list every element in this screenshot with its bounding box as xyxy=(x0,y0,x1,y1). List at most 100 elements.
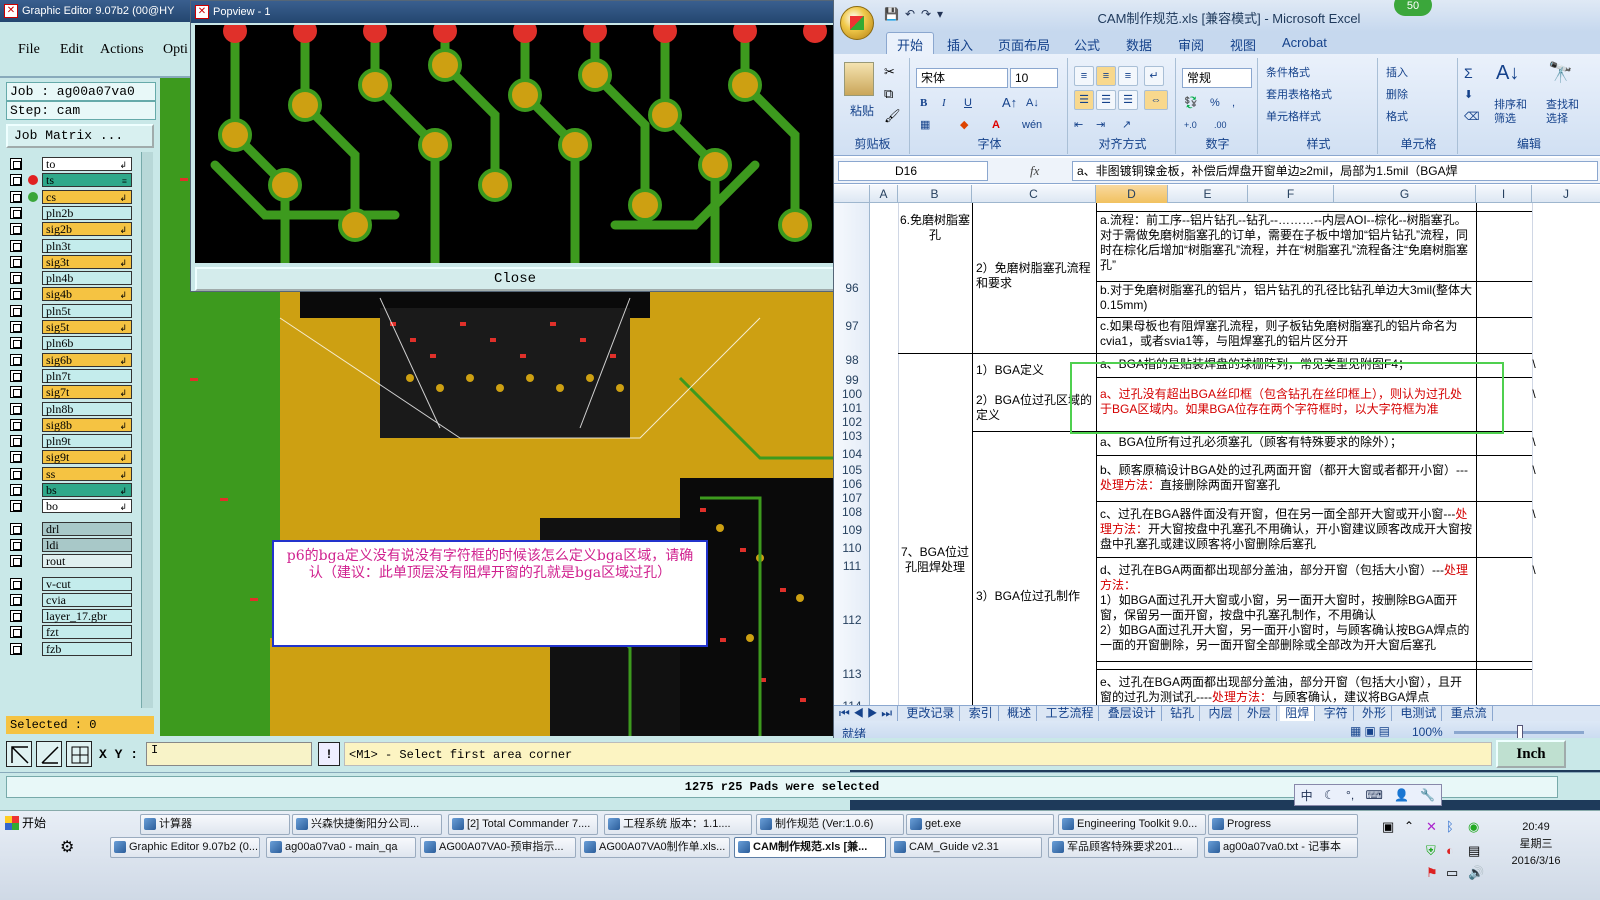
layer-name[interactable]: cs ↲ xyxy=(42,189,132,204)
menu-options[interactable]: Opti xyxy=(163,42,188,58)
column-header-f[interactable]: F xyxy=(1248,185,1334,203)
cell-d-row-96[interactable]: a.流程：前工序--铝片钻孔--钻孔--………--内层AOI--棕化--树脂塞孔… xyxy=(1100,213,1474,283)
column-header-g[interactable]: G xyxy=(1334,185,1476,203)
taskbar-button[interactable]: CAM_Guide v2.31 xyxy=(890,837,1042,858)
layer-checkbox[interactable] xyxy=(10,435,22,448)
increase-indent-icon[interactable]: ⇥ xyxy=(1096,116,1116,136)
row-header[interactable]: 107 xyxy=(834,491,870,505)
format-painter-icon[interactable]: 🖌 xyxy=(884,108,901,124)
row-header[interactable]: 104 xyxy=(834,447,870,461)
punctuation-icon[interactable]: °, xyxy=(1346,788,1354,802)
align-left-icon[interactable]: ☰ xyxy=(1074,90,1094,110)
sheet-tab[interactable]: 字符 xyxy=(1319,706,1354,721)
menu-edit[interactable]: Edit xyxy=(60,42,83,58)
layer-row-ldi[interactable]: ldi xyxy=(8,537,134,552)
percent-icon[interactable]: % xyxy=(1210,94,1226,114)
sheet-tab-active[interactable]: 阻焊 xyxy=(1280,706,1316,721)
layer-checkbox[interactable] xyxy=(10,418,22,431)
number-format-combo[interactable]: 常规 xyxy=(1182,68,1252,88)
layer-checkbox[interactable] xyxy=(10,304,22,317)
table-format-button[interactable]: 套用表格格式 xyxy=(1266,86,1376,106)
tab-page-layout[interactable]: 页面布局 xyxy=(998,35,1050,54)
layer-row-to[interactable]: to ↲ xyxy=(8,157,134,171)
tab-data[interactable]: 数据 xyxy=(1126,35,1152,54)
column-header-i[interactable]: I xyxy=(1476,185,1532,203)
paste-button[interactable]: 粘贴 xyxy=(850,102,874,119)
taskbar-button[interactable]: Engineering Toolkit 9.0... xyxy=(1058,814,1206,835)
ime-mode[interactable]: 中 xyxy=(1301,787,1313,804)
layer-row-sig5t[interactable]: sig5t ↲ xyxy=(8,320,134,334)
column-header-a[interactable]: A xyxy=(870,185,898,203)
layer-row-fzb[interactable]: fzb xyxy=(8,641,134,656)
layer-name[interactable]: pln9t xyxy=(42,434,132,449)
formula-input[interactable]: a、非图镀铜镍金板，补偿后焊盘开窗单边≥2mil，局部为1.5mil（BGA焊 xyxy=(1072,161,1598,181)
cell-i-row-112[interactable]: \ xyxy=(1524,563,1544,659)
layer-name[interactable]: sig2b ↲ xyxy=(42,222,132,237)
layer-name[interactable]: ts ≡ xyxy=(42,173,132,188)
copy-icon[interactable]: ⧉ xyxy=(884,86,893,102)
underline-button[interactable]: U xyxy=(964,94,980,114)
layer-name[interactable]: fzt xyxy=(42,625,132,640)
taskbar-button[interactable]: 计算器 xyxy=(140,814,290,835)
view-mode-icons[interactable]: ▦▣▤ xyxy=(1350,724,1393,738)
column-header-d[interactable]: D xyxy=(1096,185,1168,203)
font-color-icon[interactable]: A xyxy=(992,116,1012,136)
tray-arrow-icon[interactable]: ⌃ xyxy=(1404,819,1414,833)
layer-checkbox[interactable] xyxy=(10,500,22,513)
tab-insert[interactable]: 插入 xyxy=(947,35,973,54)
conditional-format-button[interactable]: 条件格式 xyxy=(1266,64,1376,84)
layer-row-ss[interactable]: ss ↲ xyxy=(8,466,134,481)
row-header[interactable]: 96 xyxy=(834,281,870,295)
layer-row-layer_17.gbr[interactable]: layer_17.gbr xyxy=(8,609,134,624)
phonetic-icon[interactable]: wén xyxy=(1022,116,1048,136)
sort-filter-button[interactable]: 排序和 筛选 xyxy=(1494,98,1540,130)
layer-checkbox[interactable] xyxy=(10,577,22,590)
cell-b-row-112[interactable]: 7、BGA位过孔阻焊处理 xyxy=(900,545,970,585)
currency-icon[interactable]: 💱 xyxy=(1184,94,1204,114)
cell-i-row-104[interactable]: \ xyxy=(1524,435,1544,457)
popview-titlebar[interactable]: ✕ Popview - 1 xyxy=(191,1,834,23)
keyboard-icon[interactable]: ⌨ xyxy=(1365,788,1382,802)
layer-checkbox[interactable] xyxy=(10,522,22,535)
layer-name[interactable]: sig6b ↲ xyxy=(42,352,132,367)
layer-name[interactable]: ldi xyxy=(42,537,132,552)
units-toggle-button[interactable]: Inch xyxy=(1496,740,1566,768)
sheet-tab[interactable]: 内层 xyxy=(1204,706,1239,721)
layer-row-sig8b[interactable]: sig8b ↲ xyxy=(8,417,134,432)
layer-checkbox[interactable] xyxy=(10,386,22,399)
layer-name[interactable]: sig7t ↲ xyxy=(42,385,132,400)
layer-checkbox[interactable] xyxy=(10,239,22,252)
taskbar-button[interactable]: [2] Total Commander 7.... xyxy=(448,814,598,835)
cell-i-row-110[interactable]: \ xyxy=(1524,507,1544,557)
layer-row-pln7t[interactable]: pln7t xyxy=(8,368,134,383)
cell-d-row-112[interactable]: d、过孔在BGA两面都出现部分盖油，部分开窗（包括大小窗）---处理方法： 1）… xyxy=(1100,563,1474,659)
row-header[interactable]: 109 xyxy=(834,523,870,537)
row-header[interactable]: 112 xyxy=(834,613,870,627)
excel-titlebar[interactable]: 💾↶↷▾ CAM制作规范.xls [兼容模式] - Microsoft Exce… xyxy=(834,0,1600,32)
layer-list-scrollbar[interactable] xyxy=(141,152,153,708)
xy-coordinate-input[interactable]: I xyxy=(146,742,312,766)
taskbar-button[interactable]: ag00a07va0.txt - 记事本 xyxy=(1204,837,1358,858)
layer-name[interactable]: pln4b xyxy=(42,271,132,286)
menu-actions[interactable]: Actions xyxy=(100,42,144,58)
row-header[interactable]: 97 xyxy=(834,319,870,333)
moon-icon[interactable]: ☾ xyxy=(1324,788,1335,802)
row-header[interactable]: 111 xyxy=(834,559,870,573)
layer-row-v-cut[interactable]: v-cut xyxy=(8,576,134,591)
row-header[interactable]: 98 xyxy=(834,353,870,367)
layer-name[interactable]: sig8b ↲ xyxy=(42,417,132,432)
insert-cells-button[interactable]: 插入 xyxy=(1386,64,1456,84)
layer-name[interactable]: drl xyxy=(42,521,132,536)
decrease-indent-icon[interactable]: ⇤ xyxy=(1074,116,1094,136)
tray-app-icon[interactable]: ✕ xyxy=(1426,819,1437,835)
sort-filter-icon[interactable]: A↓ xyxy=(1496,63,1536,84)
select-all-corner[interactable] xyxy=(834,185,870,203)
taskbar-button[interactable]: 军品顾客特殊要求201... xyxy=(1048,837,1198,858)
grid-icon[interactable] xyxy=(66,741,92,767)
taskbar-button[interactable]: AG00A07VA0制作单.xls... xyxy=(580,837,730,858)
cell-style-button[interactable]: 单元格样式 xyxy=(1266,108,1376,128)
row-header[interactable]: 106 xyxy=(834,477,870,491)
font-size-combo[interactable]: 10 xyxy=(1010,68,1058,88)
monitor-icon[interactable]: ▭ xyxy=(1446,865,1458,881)
layer-name[interactable]: pln2b xyxy=(42,205,132,220)
